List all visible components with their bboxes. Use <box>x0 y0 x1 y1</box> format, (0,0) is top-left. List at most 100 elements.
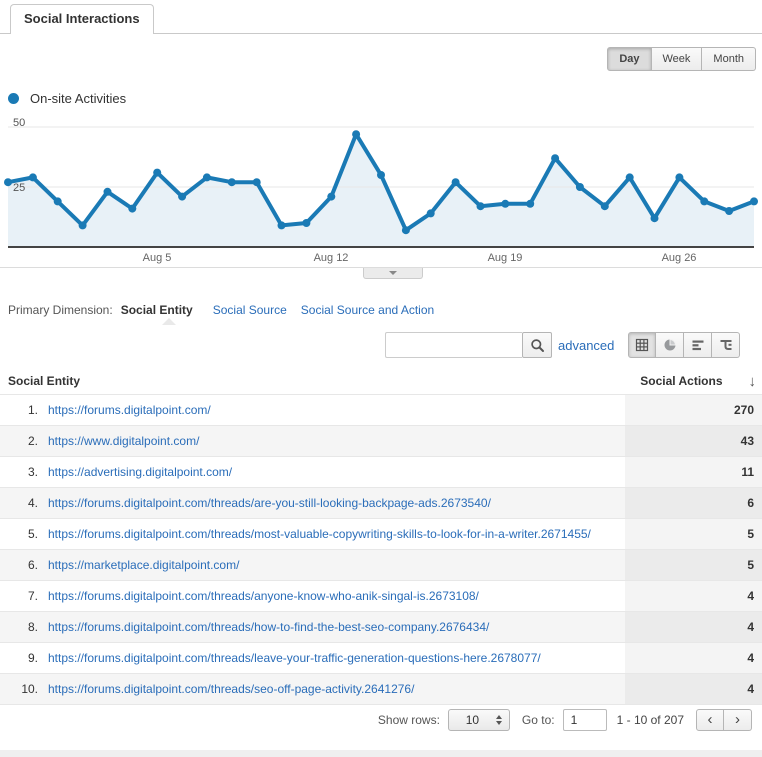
week-button[interactable]: Week <box>652 47 703 71</box>
data-point[interactable] <box>402 226 410 234</box>
data-point[interactable] <box>526 200 534 208</box>
bottom-strip <box>0 750 762 757</box>
data-point[interactable] <box>54 197 62 205</box>
data-point[interactable] <box>452 178 460 186</box>
row-actions-value: 4 <box>625 643 762 673</box>
data-point[interactable] <box>203 173 211 181</box>
stepper-arrows-icon <box>496 715 509 725</box>
entity-link[interactable]: https://forums.digitalpoint.com/threads/… <box>48 527 591 541</box>
row-rank: 4. <box>0 488 38 518</box>
data-point[interactable] <box>725 207 733 215</box>
table-row: 6. https://marketplace.digitalpoint.com/… <box>0 549 762 580</box>
row-actions-value: 5 <box>625 519 762 549</box>
entity-link[interactable]: https://forums.digitalpoint.com/threads/… <box>48 651 541 665</box>
entity-link[interactable]: https://forums.digitalpoint.com/threads/… <box>48 682 414 696</box>
activity-chart-area[interactable] <box>0 112 762 252</box>
goto-label: Go to: <box>522 713 555 727</box>
rows-per-page-select[interactable]: 10 <box>448 709 510 731</box>
primary-dimension-row: Primary Dimension: Social Entity Social So… <box>8 303 434 317</box>
data-point[interactable] <box>153 169 161 177</box>
data-point[interactable] <box>79 221 87 229</box>
entity-link[interactable]: https://forums.digitalpoint.com/threads/… <box>48 620 489 634</box>
actions-header-label: Social Actions <box>640 374 722 388</box>
row-rank: 7. <box>0 581 38 611</box>
chart-legend: On-site Activities <box>8 91 126 106</box>
data-point[interactable] <box>576 183 584 191</box>
entity-link[interactable]: https://forums.digitalpoint.com/ <box>48 403 211 417</box>
row-rank: 5. <box>0 519 38 549</box>
table-row: 5. https://forums.digitalpoint.com/threa… <box>0 518 762 549</box>
row-actions-value: 270 <box>625 395 762 425</box>
data-point[interactable] <box>626 173 634 181</box>
social-entity-table: Social Entity Social Actions ↓ 1. https:… <box>0 368 762 734</box>
chevron-left-icon: ‹ <box>708 711 713 728</box>
advanced-search-link[interactable]: advanced <box>558 338 614 353</box>
previous-page-button[interactable]: ‹ <box>696 709 724 731</box>
percentage-view-button[interactable] <box>656 332 684 358</box>
data-point[interactable] <box>327 193 335 201</box>
performance-view-button[interactable] <box>684 332 712 358</box>
data-point[interactable] <box>675 173 683 181</box>
table-row: 2. https://www.digitalpoint.com/ 43 <box>0 425 762 456</box>
data-point[interactable] <box>128 205 136 213</box>
data-point[interactable] <box>4 178 12 186</box>
rows-per-page-value: 10 <box>449 713 496 727</box>
entity-link[interactable]: https://www.digitalpoint.com/ <box>48 434 199 448</box>
x-axis-labels: Aug 5Aug 12Aug 19Aug 26 <box>0 252 762 266</box>
data-point[interactable] <box>651 214 659 222</box>
data-point[interactable] <box>377 171 385 179</box>
sort-descending-icon: ↓ <box>749 373 757 390</box>
chart-collapse-button[interactable] <box>363 268 423 279</box>
row-rank: 2. <box>0 426 38 456</box>
x-axis-label: Aug 19 <box>488 252 523 264</box>
day-button[interactable]: Day <box>607 47 651 71</box>
month-button[interactable]: Month <box>702 47 756 71</box>
next-page-button[interactable]: › <box>724 709 752 731</box>
entity-link[interactable]: https://forums.digitalpoint.com/threads/… <box>48 589 479 603</box>
table-row: 10. https://forums.digitalpoint.com/thre… <box>0 673 762 704</box>
table-row: 3. https://advertising.digitalpoint.com/… <box>0 456 762 487</box>
actions-column-header[interactable]: Social Actions ↓ <box>625 373 762 390</box>
pivot-view-button[interactable] <box>712 332 740 358</box>
search-icon <box>530 338 545 353</box>
data-point[interactable] <box>104 188 112 196</box>
entity-link[interactable]: https://forums.digitalpoint.com/threads/… <box>48 496 491 510</box>
entity-column-header[interactable]: Social Entity <box>0 374 625 388</box>
data-point[interactable] <box>29 173 37 181</box>
data-point[interactable] <box>352 130 360 138</box>
show-rows-label: Show rows: <box>378 713 440 727</box>
table-row: 7. https://forums.digitalpoint.com/threa… <box>0 580 762 611</box>
table-view-button[interactable] <box>628 332 656 358</box>
entity-link[interactable]: https://advertising.digitalpoint.com/ <box>48 465 232 479</box>
tab-social-interactions[interactable]: Social Interactions <box>10 4 154 34</box>
row-rank: 6. <box>0 550 38 580</box>
dimension-social-source[interactable]: Social Source <box>213 303 287 317</box>
pagination-controls: ‹ › <box>696 709 752 731</box>
data-point[interactable] <box>253 178 261 186</box>
x-axis-label: Aug 5 <box>143 252 172 264</box>
row-rank: 9. <box>0 643 38 673</box>
percentage-view-icon <box>663 338 677 352</box>
data-point[interactable] <box>501 200 509 208</box>
row-rank: 3. <box>0 457 38 487</box>
data-point[interactable] <box>601 202 609 210</box>
primary-dimension-label: Primary Dimension: <box>8 303 113 317</box>
data-point[interactable] <box>700 197 708 205</box>
row-rank: 10. <box>0 674 38 704</box>
search-input[interactable] <box>385 332 522 358</box>
data-point[interactable] <box>427 209 435 217</box>
goto-page-input[interactable] <box>563 709 607 731</box>
entity-link[interactable]: https://marketplace.digitalpoint.com/ <box>48 558 239 572</box>
search-button[interactable] <box>522 332 552 358</box>
data-point[interactable] <box>477 202 485 210</box>
data-point[interactable] <box>302 219 310 227</box>
table-search <box>385 332 552 358</box>
data-point[interactable] <box>178 193 186 201</box>
data-point[interactable] <box>551 154 559 162</box>
data-point[interactable] <box>278 221 286 229</box>
activity-chart[interactable] <box>0 112 762 252</box>
data-point[interactable] <box>228 178 236 186</box>
dimension-social-entity[interactable]: Social Entity <box>121 303 193 317</box>
data-point[interactable] <box>750 197 758 205</box>
dimension-social-source-and-action[interactable]: Social Source and Action <box>301 303 434 317</box>
